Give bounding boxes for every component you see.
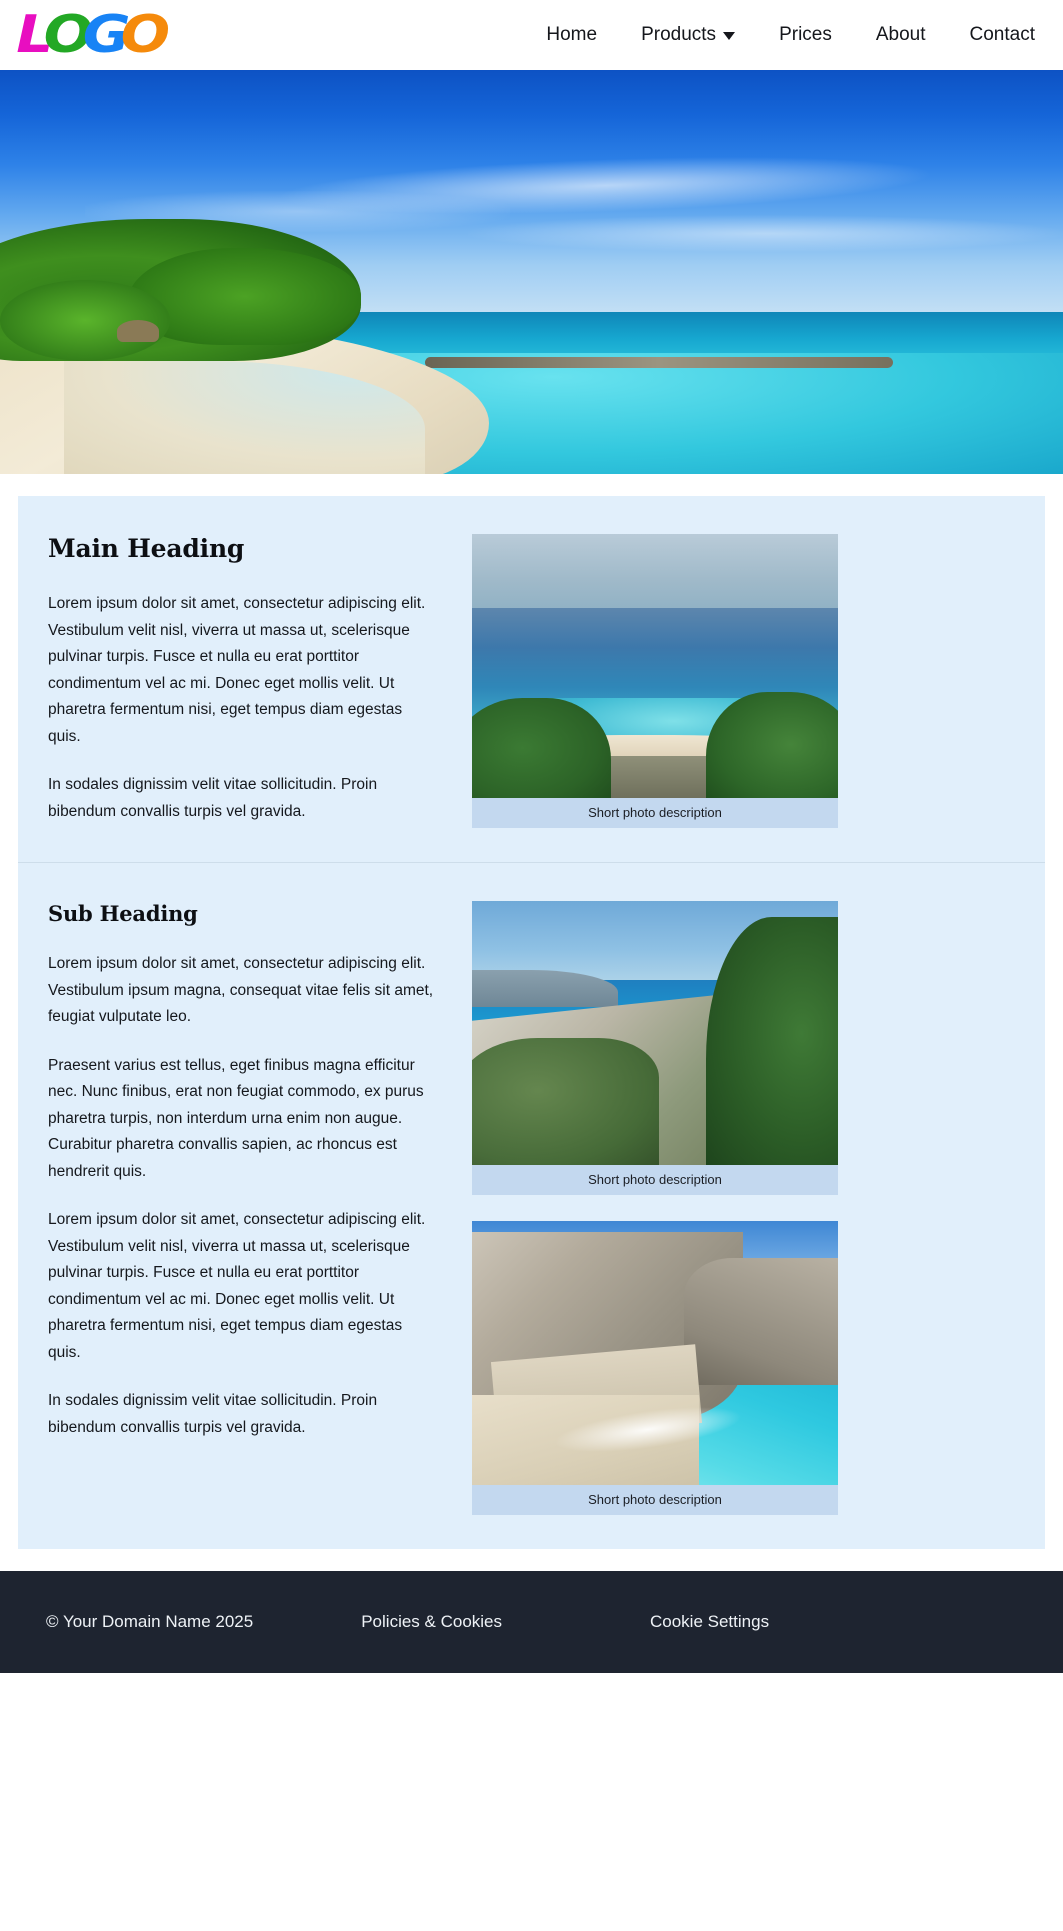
paragraph: Lorem ipsum dolor sit amet, consectetur … <box>48 595 426 745</box>
page-title: Main Heading <box>48 534 245 563</box>
sub-heading: Sub Heading <box>48 901 198 926</box>
chevron-down-icon[interactable] <box>723 32 736 40</box>
paragraph: In sodales dignissim velit vitae sollici… <box>48 1392 378 1436</box>
section-text-column: Sub Heading Lorem ipsum dolor sit amet, … <box>48 901 438 1441</box>
nav-item-products[interactable]: Products <box>619 18 757 52</box>
hero-banner-image <box>0 70 1063 474</box>
photo-figure: Short photo description <box>472 534 838 828</box>
hero-reef <box>425 356 893 368</box>
photo-figure: Short photo description <box>472 1221 838 1515</box>
footer-link-cookie-settings[interactable]: Cookie Settings <box>650 1612 769 1632</box>
content-card: Main Heading Lorem ipsum dolor sit amet,… <box>18 496 1045 1549</box>
section-text-column: Main Heading Lorem ipsum dolor sit amet,… <box>48 534 438 825</box>
photo-caption: Short photo description <box>472 1485 838 1515</box>
nav-item-about-label: About <box>875 24 926 45</box>
logo-letter-4: O <box>120 5 171 65</box>
photo-caption: Short photo description <box>472 798 838 828</box>
content-section-main: Main Heading Lorem ipsum dolor sit amet,… <box>18 496 1045 862</box>
main-navigation: Home Products Prices About Contact <box>524 18 1039 52</box>
nav-item-contact[interactable]: Contact <box>948 18 1039 52</box>
nav-item-prices[interactable]: Prices <box>757 18 854 52</box>
site-footer: © Your Domain Name 2025 Policies & Cooki… <box>0 1571 1063 1673</box>
paragraph: Praesent varius est tellus, eget finibus… <box>48 1056 424 1180</box>
photo-caption: Short photo description <box>472 1165 838 1195</box>
logo-letter-3: G <box>83 5 131 65</box>
logo-letter-2: O <box>43 5 94 65</box>
photo-sky <box>472 534 838 614</box>
nav-item-products-label: Products <box>641 24 717 45</box>
nav-item-contact-label: Contact <box>969 24 1035 45</box>
content-section-sub: Sub Heading Lorem ipsum dolor sit amet, … <box>18 862 1045 1549</box>
nav-item-home-label: Home <box>546 24 598 45</box>
photo-image[interactable] <box>472 534 838 798</box>
page-wrapper: Main Heading Lorem ipsum dolor sit amet,… <box>0 474 1063 1549</box>
hero-cloud-right <box>467 215 1063 252</box>
logo[interactable]: LOGO <box>16 5 171 65</box>
nav-item-home[interactable]: Home <box>524 18 619 52</box>
photo-figure: Short photo description <box>472 901 838 1195</box>
footer-inner: © Your Domain Name 2025 Policies & Cooki… <box>0 1612 1063 1632</box>
photo-image[interactable] <box>472 1221 838 1485</box>
paragraph: Lorem ipsum dolor sit amet, consectetur … <box>48 1211 426 1361</box>
footer-copyright: © Your Domain Name 2025 <box>46 1612 254 1631</box>
photo-scrub <box>472 1038 659 1165</box>
paragraph: In sodales dignissim velit vitae sollici… <box>48 776 378 820</box>
nav-item-prices-label: Prices <box>779 24 832 45</box>
site-header: LOGO Home Products Prices About Contact <box>0 0 1063 70</box>
photo-cliff-secondary <box>684 1257 838 1385</box>
photo-image[interactable] <box>472 901 838 1165</box>
footer-link-policies[interactable]: Policies & Cookies <box>361 1612 502 1632</box>
section-media-column: Short photo description Short photo desc… <box>472 901 1015 1515</box>
hero-beach-hut <box>116 320 159 343</box>
paragraph: Lorem ipsum dolor sit amet, consectetur … <box>48 955 434 1026</box>
photo-tree-right <box>706 692 838 798</box>
nav-item-about[interactable]: About <box>854 18 948 52</box>
section-media-column: Short photo description <box>472 534 1015 828</box>
